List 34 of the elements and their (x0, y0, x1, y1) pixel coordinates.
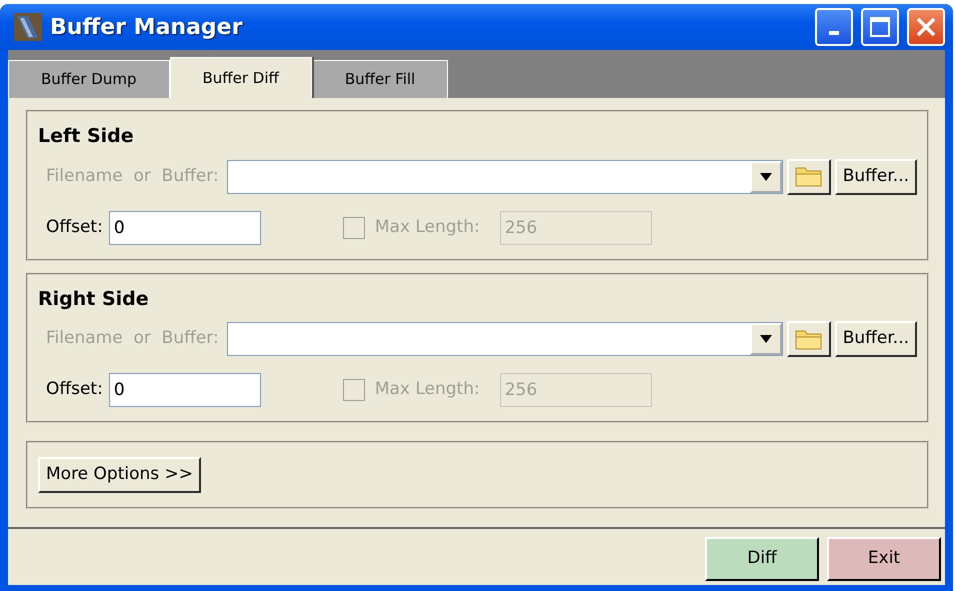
window-title: Buffer Manager (50, 14, 244, 42)
offset-field[interactable]: 0 (108, 373, 261, 407)
max-length-label: Max Length: (374, 378, 481, 402)
buffer-button[interactable]: Buffer... (834, 158, 917, 194)
minimize-button[interactable] (815, 8, 853, 46)
section-title: Left Side (38, 124, 135, 149)
open-folder-button[interactable] (786, 321, 831, 357)
more-options-button[interactable]: More Options >> (38, 457, 202, 493)
action-button[interactable]: Diff (705, 537, 819, 581)
dropdown-button[interactable] (750, 323, 782, 355)
buffer-button[interactable]: Buffer... (834, 321, 917, 357)
tab[interactable]: Buffer Fill (312, 60, 448, 98)
folder-icon (794, 328, 823, 350)
maximize-button[interactable] (861, 8, 899, 46)
max-length-label: Max Length: (374, 216, 481, 239)
tab[interactable]: Buffer Dump (8, 60, 170, 98)
maximize-icon (869, 16, 891, 38)
field-label: Filename or Buffer: (45, 164, 220, 188)
close-button[interactable] (907, 8, 945, 46)
dropdown-arrow-icon (760, 335, 772, 343)
open-folder-button[interactable] (786, 158, 831, 194)
offset-label: Offset: (45, 378, 104, 402)
offset-label: Offset: (45, 216, 104, 239)
tab[interactable]: Buffer Diff (170, 57, 312, 98)
dropdown-button[interactable] (750, 160, 782, 192)
field-label: Filename or Buffer: (45, 327, 220, 350)
dropdown-arrow-icon (760, 172, 772, 180)
close-icon (915, 16, 937, 38)
minimize-icon (829, 31, 839, 35)
app-icon (14, 13, 42, 41)
action-button[interactable]: Exit (827, 537, 941, 581)
folder-icon (794, 165, 823, 188)
offset-field[interactable]: 0 (108, 210, 261, 244)
section-title: Right Side (38, 286, 150, 312)
